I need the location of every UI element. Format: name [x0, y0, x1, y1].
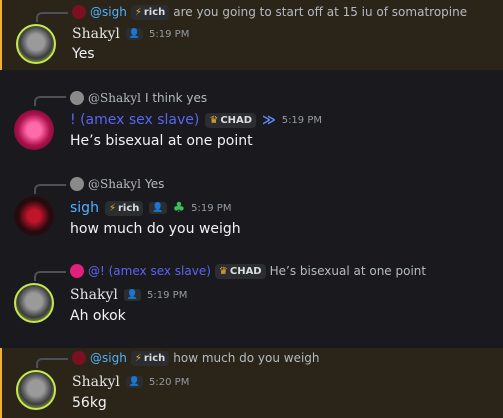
message-content: Ah okok — [70, 308, 126, 324]
avatar[interactable] — [16, 24, 56, 64]
message: @sigh ⚡ rich are you going to start off a… — [0, 0, 503, 70]
username[interactable]: Shakyl — [70, 287, 118, 303]
reply-avatar[interactable] — [70, 91, 84, 105]
message-header: ! (amex sex slave) ♛ CHAD ≫ 5:19 PM — [70, 110, 322, 130]
message-header: Shakyl 👤 5:20 PM — [72, 372, 189, 392]
avatar[interactable] — [14, 196, 54, 236]
username[interactable]: sigh — [70, 200, 99, 216]
tag-label: CHAD — [220, 114, 253, 126]
rich-tag: ⚡ rich — [130, 350, 170, 366]
person-icon: 👤 — [125, 376, 144, 388]
wings-icon: ≫ — [262, 112, 276, 128]
reply-author[interactable]: @sigh — [90, 351, 127, 365]
reply-text[interactable]: Yes — [145, 177, 164, 191]
crown-icon: ♛ — [218, 265, 228, 277]
person-icon: 👤 — [123, 289, 142, 301]
person-icon: 👤 — [149, 202, 167, 214]
reply-preview[interactable]: @Shakyl I think yes — [70, 90, 207, 106]
crown-icon: ♛ — [209, 114, 219, 126]
message-header: Shakyl 👤 5:19 PM — [70, 285, 187, 305]
avatar[interactable] — [16, 370, 56, 410]
tag-label: rich — [143, 6, 166, 18]
timestamp[interactable]: 5:19 PM — [149, 29, 189, 40]
reply-text[interactable]: He’s bisexual at one point — [270, 264, 427, 278]
chad-tag: ♛ CHAD — [205, 112, 257, 128]
timestamp[interactable]: 5:19 PM — [147, 290, 187, 301]
tag-label: CHAD — [229, 265, 262, 277]
message: @Shakyl Yes sigh ⚡ rich 👤 ♣ 5:19 PM how m… — [0, 174, 503, 244]
reply-avatar[interactable] — [70, 177, 84, 191]
lightning-icon: ⚡ — [134, 352, 142, 364]
rich-tag: ⚡ rich — [104, 200, 144, 216]
message-header: Shakyl 👤 5:19 PM — [72, 24, 189, 44]
timestamp[interactable]: 5:20 PM — [149, 377, 189, 388]
lightning-icon: ⚡ — [108, 202, 116, 214]
avatar[interactable] — [14, 110, 54, 150]
reply-text[interactable]: how much do you weigh — [173, 351, 319, 365]
username[interactable]: ! (amex sex slave) — [70, 112, 199, 128]
reply-preview[interactable]: @! (amex sex slave) ♛ CHAD He’s bisexual … — [70, 263, 426, 279]
reply-author[interactable]: @! (amex sex slave) — [88, 264, 211, 278]
username[interactable]: Shakyl — [72, 26, 120, 42]
reply-text[interactable]: I think yes — [145, 91, 207, 105]
reply-author[interactable]: @Shakyl — [88, 177, 141, 191]
avatar[interactable] — [14, 283, 54, 323]
tag-label: rich — [117, 202, 140, 214]
message: @! (amex sex slave) ♛ CHAD He’s bisexual … — [0, 261, 503, 333]
reply-avatar[interactable] — [72, 5, 86, 19]
message-content: how much do you weigh — [70, 221, 241, 237]
message: @Shakyl I think yes ! (amex sex slave) ♛… — [0, 86, 503, 156]
reply-spine — [36, 12, 68, 22]
timestamp[interactable]: 5:19 PM — [191, 203, 231, 214]
reply-avatar[interactable] — [70, 264, 84, 278]
reply-spine — [34, 184, 66, 194]
username[interactable]: Shakyl — [72, 374, 120, 390]
reply-preview[interactable]: @Shakyl Yes — [70, 176, 164, 192]
timestamp[interactable]: 5:19 PM — [282, 115, 322, 126]
reply-text[interactable]: are you going to start off at 15 iu of s… — [173, 5, 467, 19]
message-content: He’s bisexual at one point — [70, 133, 253, 149]
message-header: sigh ⚡ rich 👤 ♣ 5:19 PM — [70, 198, 231, 218]
rich-tag: ⚡ rich — [130, 4, 170, 20]
person-icon: 👤 — [125, 28, 144, 40]
chad-tag: ♛ CHAD — [214, 263, 266, 279]
message: @sigh ⚡ rich how much do you weigh Shakyl… — [0, 348, 503, 418]
reply-spine — [34, 271, 66, 281]
reply-spine — [34, 96, 66, 106]
message-content: Yes — [72, 46, 95, 62]
reply-preview[interactable]: @sigh ⚡ rich are you going to start off a… — [72, 4, 467, 20]
reply-author[interactable]: @sigh — [90, 5, 127, 19]
reply-author[interactable]: @Shakyl — [88, 91, 141, 105]
tag-label: rich — [143, 352, 166, 364]
lightning-icon: ⚡ — [134, 6, 142, 18]
message-content: 56kg — [72, 395, 107, 411]
clover-icon: ♣ — [172, 200, 186, 216]
reply-avatar[interactable] — [72, 351, 86, 365]
reply-spine — [36, 358, 68, 368]
reply-preview[interactable]: @sigh ⚡ rich how much do you weigh — [72, 350, 320, 366]
